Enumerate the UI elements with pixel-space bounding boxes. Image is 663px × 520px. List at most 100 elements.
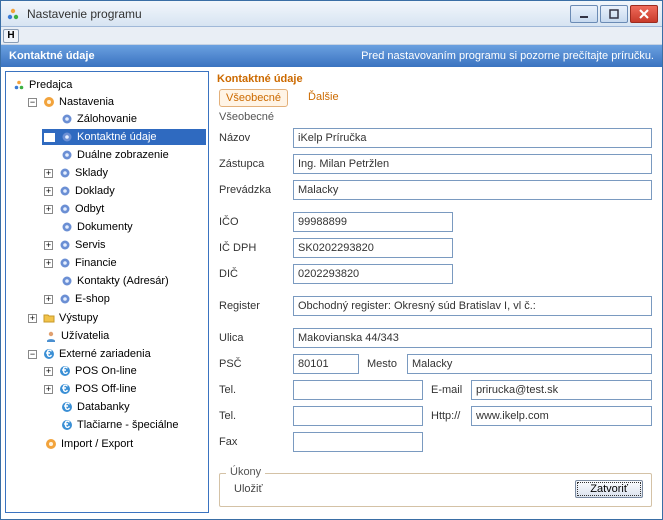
- tree-item-servis[interactable]: + Servis: [42, 237, 206, 253]
- branch-field[interactable]: [293, 180, 652, 200]
- tree-item-dualne[interactable]: Duálne zobrazenie: [42, 147, 206, 163]
- euro-icon: €: [58, 382, 72, 396]
- folder-icon: [42, 311, 56, 325]
- tree-item-odbyt[interactable]: + Odbyt: [42, 201, 206, 217]
- tree-label: POS On-line: [75, 365, 137, 377]
- expand-icon[interactable]: +: [44, 385, 53, 394]
- gear-icon: [58, 184, 72, 198]
- fax-field[interactable]: [293, 432, 423, 452]
- label-street: Ulica: [219, 332, 293, 344]
- tree-label: E-shop: [75, 293, 110, 305]
- tree-item-vystupy[interactable]: + Výstupy: [26, 310, 206, 326]
- gear-icon: [58, 202, 72, 216]
- tel2-field[interactable]: [293, 406, 423, 426]
- icdph-field[interactable]: [293, 238, 453, 258]
- tree-item-pos-online[interactable]: + € POS On-line: [42, 363, 206, 379]
- tree-label: Externé zariadenia: [59, 348, 151, 360]
- label-psc: PSČ: [219, 358, 293, 370]
- tree-label: Financie: [75, 257, 117, 269]
- tree-item-zalohovanie[interactable]: Zálohovanie: [42, 111, 206, 127]
- collapse-icon[interactable]: −: [28, 98, 37, 107]
- actions-box: Úkony Uložiť Zatvoriť: [219, 473, 652, 507]
- tree-item-tlaciarne[interactable]: €Tlačiarne - špeciálne: [42, 417, 206, 433]
- page-subtitle: Pred nastavovaním programu si pozorne pr…: [361, 50, 654, 62]
- tree-label: Servis: [75, 239, 106, 251]
- tree-item-externe[interactable]: −€Externé zariadenia: [26, 346, 206, 362]
- name-field[interactable]: [293, 128, 652, 148]
- tab-other[interactable]: Ďalšie: [302, 89, 345, 107]
- minimize-button[interactable]: [570, 5, 598, 23]
- http-field[interactable]: [471, 406, 652, 426]
- tree-item-dokumenty[interactable]: Dokumenty: [42, 219, 206, 235]
- tree-item-uzivatelia[interactable]: Užívatelia: [26, 328, 206, 344]
- expand-icon[interactable]: +: [44, 187, 53, 196]
- tab-general[interactable]: Všeobecné: [219, 89, 288, 107]
- gear-icon: [58, 256, 72, 270]
- svg-text:€: €: [62, 365, 68, 377]
- street-field[interactable]: [293, 328, 652, 348]
- tree-item-import-export[interactable]: Import / Export: [26, 436, 206, 452]
- nav-tree[interactable]: Predajca − Nastavenia Zálohovanie Konta: [5, 71, 209, 513]
- label-icdph: IČ DPH: [219, 242, 293, 254]
- euro-icon: €: [60, 400, 74, 414]
- psc-field[interactable]: [293, 354, 359, 374]
- tree-label: Sklady: [75, 167, 108, 179]
- gear-icon: [60, 148, 74, 162]
- tree-item-sklady[interactable]: + Sklady: [42, 165, 206, 181]
- tree-item-databanky[interactable]: €Databanky: [42, 399, 206, 415]
- close-button[interactable]: [630, 5, 658, 23]
- euro-icon: €: [58, 364, 72, 378]
- label-rep: Zástupca: [219, 158, 293, 170]
- email-field[interactable]: [471, 380, 652, 400]
- tree-item-financie[interactable]: + Financie: [42, 255, 206, 271]
- label-email: E-mail: [423, 384, 471, 396]
- dic-field[interactable]: [293, 264, 453, 284]
- tree-label: Kontakty (Adresár): [77, 275, 169, 287]
- expand-icon[interactable]: +: [44, 295, 53, 304]
- label-fax: Fax: [219, 436, 293, 448]
- tree-label: Duálne zobrazenie: [77, 149, 169, 161]
- save-button[interactable]: Uložiť: [228, 481, 269, 497]
- register-field[interactable]: [293, 296, 652, 316]
- label-http: Http://: [423, 410, 471, 422]
- tel1-field[interactable]: [293, 380, 423, 400]
- tree-label: Výstupy: [59, 312, 98, 324]
- tree-label: Tlačiarne - špeciálne: [77, 419, 179, 431]
- ico-field[interactable]: [293, 212, 453, 232]
- gear-icon: [58, 166, 72, 180]
- label-tel2: Tel.: [219, 410, 293, 422]
- tree-label: Import / Export: [61, 438, 133, 450]
- city-field[interactable]: [407, 354, 652, 374]
- gear-icon: [60, 274, 74, 288]
- gear-icon: [60, 220, 74, 234]
- expand-icon[interactable]: +: [44, 169, 53, 178]
- expand-icon[interactable]: +: [44, 367, 53, 376]
- tree-label: Dokumenty: [77, 221, 133, 233]
- close-form-button[interactable]: Zatvoriť: [575, 480, 643, 498]
- tree-root-predajca[interactable]: Predajca: [10, 77, 206, 93]
- tree-item-kontakty-adresar[interactable]: Kontakty (Adresár): [42, 273, 206, 289]
- label-mesto: Mesto: [359, 358, 407, 370]
- expand-icon[interactable]: +: [44, 259, 53, 268]
- actions-legend: Úkony: [226, 466, 265, 478]
- svg-text:€: €: [62, 383, 68, 395]
- gear-icon: [60, 130, 74, 144]
- tree-item-doklady[interactable]: +Doklady: [42, 183, 206, 199]
- label-ico: IČO: [219, 216, 293, 228]
- expand-icon[interactable]: +: [44, 241, 53, 250]
- tree-item-pos-offline[interactable]: +€POS Off-line: [42, 381, 206, 397]
- help-button[interactable]: H: [3, 29, 19, 43]
- label-register: Register: [219, 300, 293, 312]
- rep-field[interactable]: [293, 154, 652, 174]
- gear-icon: [60, 112, 74, 126]
- gear-orange-icon: [44, 437, 58, 451]
- maximize-button[interactable]: [600, 5, 628, 23]
- tree-label: Odbyt: [75, 203, 104, 215]
- tree-item-eshop[interactable]: + E-shop: [42, 291, 206, 307]
- tree-item-nastavenia[interactable]: − Nastavenia: [26, 94, 206, 110]
- expand-icon[interactable]: +: [28, 314, 37, 323]
- expand-icon[interactable]: +: [44, 205, 53, 214]
- collapse-icon[interactable]: −: [28, 350, 37, 359]
- titlebar: Nastavenie programu: [1, 1, 662, 27]
- tree-item-kontaktne-udaje[interactable]: Kontaktné údaje: [42, 129, 206, 145]
